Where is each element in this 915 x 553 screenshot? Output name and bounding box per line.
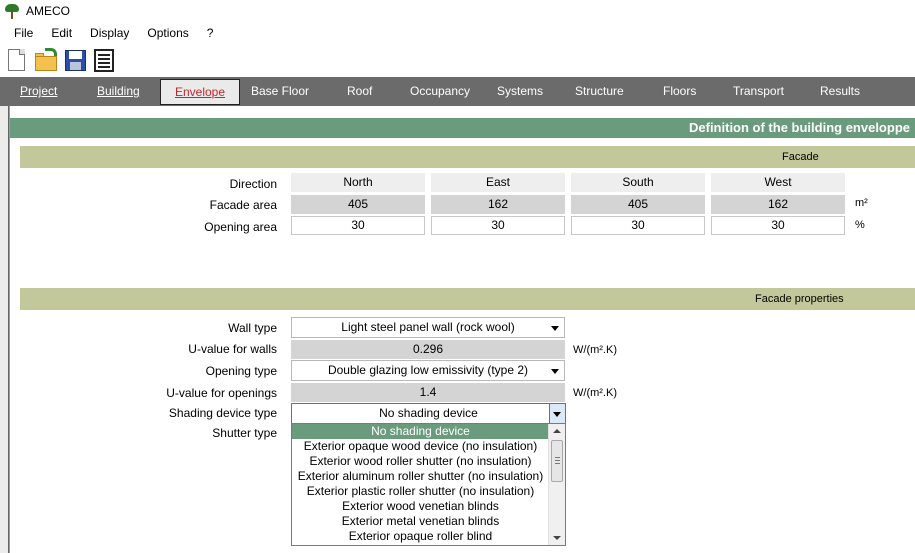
opening-area-south-input[interactable]: 30 <box>571 216 705 235</box>
shading-option[interactable]: Exterior opaque roller blind <box>292 529 549 544</box>
wall-type-select[interactable]: Light steel panel wall (rock wool) <box>291 317 565 338</box>
direction-label: Direction <box>229 177 277 191</box>
report-icon[interactable] <box>91 47 117 75</box>
direction-south: South <box>571 173 705 192</box>
tab-base-floor[interactable]: Base Floor <box>251 77 309 106</box>
scroll-thumb[interactable] <box>551 440 563 482</box>
opening-type-value: Double glazing low emissivity (type 2) <box>327 363 529 377</box>
shading-option[interactable]: Exterior plastic roller shutter (no insu… <box>292 484 549 499</box>
facade-area-east: 162 <box>431 195 565 214</box>
menu-file[interactable]: File <box>0 22 42 44</box>
title-bar: AMECO <box>0 0 915 22</box>
menu-bar: File Edit Display Options ? <box>0 22 915 44</box>
facade-properties-header: Facade properties <box>20 288 915 310</box>
facade-properties-title: Facade properties <box>755 293 844 305</box>
shading-option[interactable]: Exterior aluminum roller shutter (no ins… <box>292 469 549 484</box>
save-disk-icon[interactable] <box>62 47 88 75</box>
wall-type-value: Light steel panel wall (rock wool) <box>341 320 515 334</box>
tab-transport[interactable]: Transport <box>733 77 784 106</box>
scroll-down-icon[interactable] <box>553 536 561 540</box>
direction-north: North <box>291 173 425 192</box>
chevron-down-icon <box>553 412 561 417</box>
opening-area-east-input[interactable]: 30 <box>431 216 565 235</box>
facade-section-title: Facade <box>782 151 819 163</box>
chevron-down-icon <box>551 369 559 374</box>
shading-label: Shading device type <box>168 406 277 420</box>
opening-type-select[interactable]: Double glazing low emissivity (type 2) <box>291 360 565 381</box>
shutter-type-label: Shutter type <box>212 426 277 440</box>
dropdown-button[interactable] <box>549 404 565 423</box>
u-walls-label: U-value for walls <box>188 342 277 356</box>
page-header: Definition of the building enveloppe <box>10 118 915 138</box>
tab-systems[interactable]: Systems <box>497 77 543 106</box>
menu-edit[interactable]: Edit <box>42 22 81 44</box>
shading-device-value: No shading device <box>379 406 478 420</box>
shading-option[interactable]: Exterior wood venetian blinds <box>292 499 549 514</box>
tab-project[interactable]: Project <box>20 77 57 106</box>
window-title: AMECO <box>26 4 71 18</box>
tab-floors[interactable]: Floors <box>663 77 696 106</box>
nav-tabs: Project Building Envelope Base Floor Roo… <box>0 77 915 106</box>
toolbar <box>0 44 915 77</box>
opening-area-north-input[interactable]: 30 <box>291 216 425 235</box>
menu-help[interactable]: ? <box>198 22 223 44</box>
facade-area-south: 405 <box>571 195 705 214</box>
tab-results[interactable]: Results <box>820 77 860 106</box>
open-folder-icon[interactable] <box>33 47 59 75</box>
dropdown-scrollbar[interactable] <box>548 424 565 545</box>
u-openings-unit: W/(m².K) <box>573 387 617 399</box>
menu-options[interactable]: Options <box>138 22 197 44</box>
new-file-icon[interactable] <box>4 47 30 75</box>
shading-device-select[interactable]: No shading device <box>291 403 566 424</box>
shading-option[interactable]: Exterior metal venetian blinds <box>292 514 549 529</box>
opening-area-unit: % <box>855 219 865 231</box>
opening-area-west-input[interactable]: 30 <box>711 216 845 235</box>
facade-section-header: Facade <box>20 146 915 168</box>
u-walls-unit: W/(m².K) <box>573 344 617 356</box>
opening-area-label: Opening area <box>204 220 277 234</box>
frame-left-border <box>0 106 10 553</box>
ameco-tree-icon <box>4 3 20 19</box>
wall-type-label: Wall type <box>228 321 277 335</box>
u-openings-label: U-value for openings <box>166 386 277 400</box>
direction-west: West <box>711 173 845 192</box>
menu-display[interactable]: Display <box>81 22 138 44</box>
opening-type-label: Opening type <box>205 364 277 378</box>
direction-east: East <box>431 173 565 192</box>
tab-roof[interactable]: Roof <box>347 77 372 106</box>
facade-area-unit: m² <box>855 197 868 209</box>
scroll-up-icon[interactable] <box>553 429 561 433</box>
u-openings-value: 1.4 <box>291 383 565 402</box>
u-walls-value: 0.296 <box>291 340 565 359</box>
shading-option[interactable]: Exterior wood roller shutter (no insulat… <box>292 454 549 469</box>
facade-area-west: 162 <box>711 195 845 214</box>
shading-options-list: No shading device Exterior opaque wood d… <box>291 423 566 546</box>
tab-occupancy[interactable]: Occupancy <box>410 77 470 106</box>
facade-area-north: 405 <box>291 195 425 214</box>
chevron-down-icon <box>551 326 559 331</box>
tab-envelope[interactable]: Envelope <box>160 79 240 105</box>
shading-option[interactable]: No shading device <box>292 424 549 439</box>
shading-option[interactable]: Exterior opaque wood device (no insulati… <box>292 439 549 454</box>
tab-structure[interactable]: Structure <box>575 77 624 106</box>
facade-area-label: Facade area <box>209 198 277 212</box>
tab-building[interactable]: Building <box>97 77 140 106</box>
